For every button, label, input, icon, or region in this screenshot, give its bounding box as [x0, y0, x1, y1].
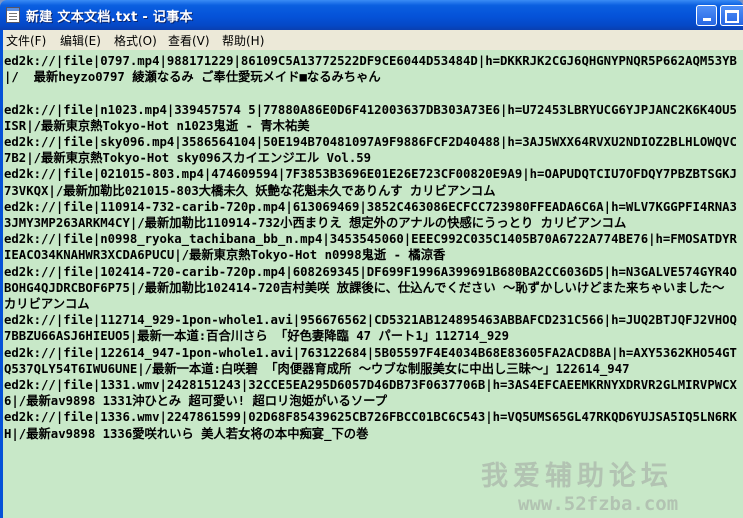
- menu-view[interactable]: 查看(V): [168, 32, 210, 49]
- editor-text[interactable]: ed2k://|file|0797.mp4|988171229|86109C5A…: [4, 53, 743, 442]
- menu-bar: 文件(F) 编辑(E) 格式(O) 查看(V) 帮助(H): [0, 30, 743, 50]
- text-editor[interactable]: ed2k://|file|0797.mp4|988171229|86109C5A…: [0, 50, 743, 518]
- menu-file[interactable]: 文件(F): [6, 32, 46, 49]
- window-title: 新建 文本文档.txt - 记事本: [26, 10, 193, 25]
- minimize-icon: [702, 18, 711, 21]
- menu-edit[interactable]: 编辑(E): [60, 32, 101, 49]
- menu-help[interactable]: 帮助(H): [222, 32, 264, 49]
- notepad-icon[interactable]: [6, 7, 20, 23]
- menu-format[interactable]: 格式(O): [114, 32, 157, 49]
- watermark-text: 我爱辅助论坛: [481, 461, 673, 492]
- notepad-window: 新建 文本文档.txt - 记事本 文件(F) 编辑(E) 格式(O) 查看(V…: [0, 0, 743, 518]
- minimize-button[interactable]: [696, 5, 717, 26]
- watermark-url: www.52fzba.com: [518, 493, 679, 515]
- maximize-icon: [725, 10, 739, 23]
- title-bar[interactable]: 新建 文本文档.txt - 记事本: [0, 0, 743, 30]
- maximize-button[interactable]: [720, 5, 743, 26]
